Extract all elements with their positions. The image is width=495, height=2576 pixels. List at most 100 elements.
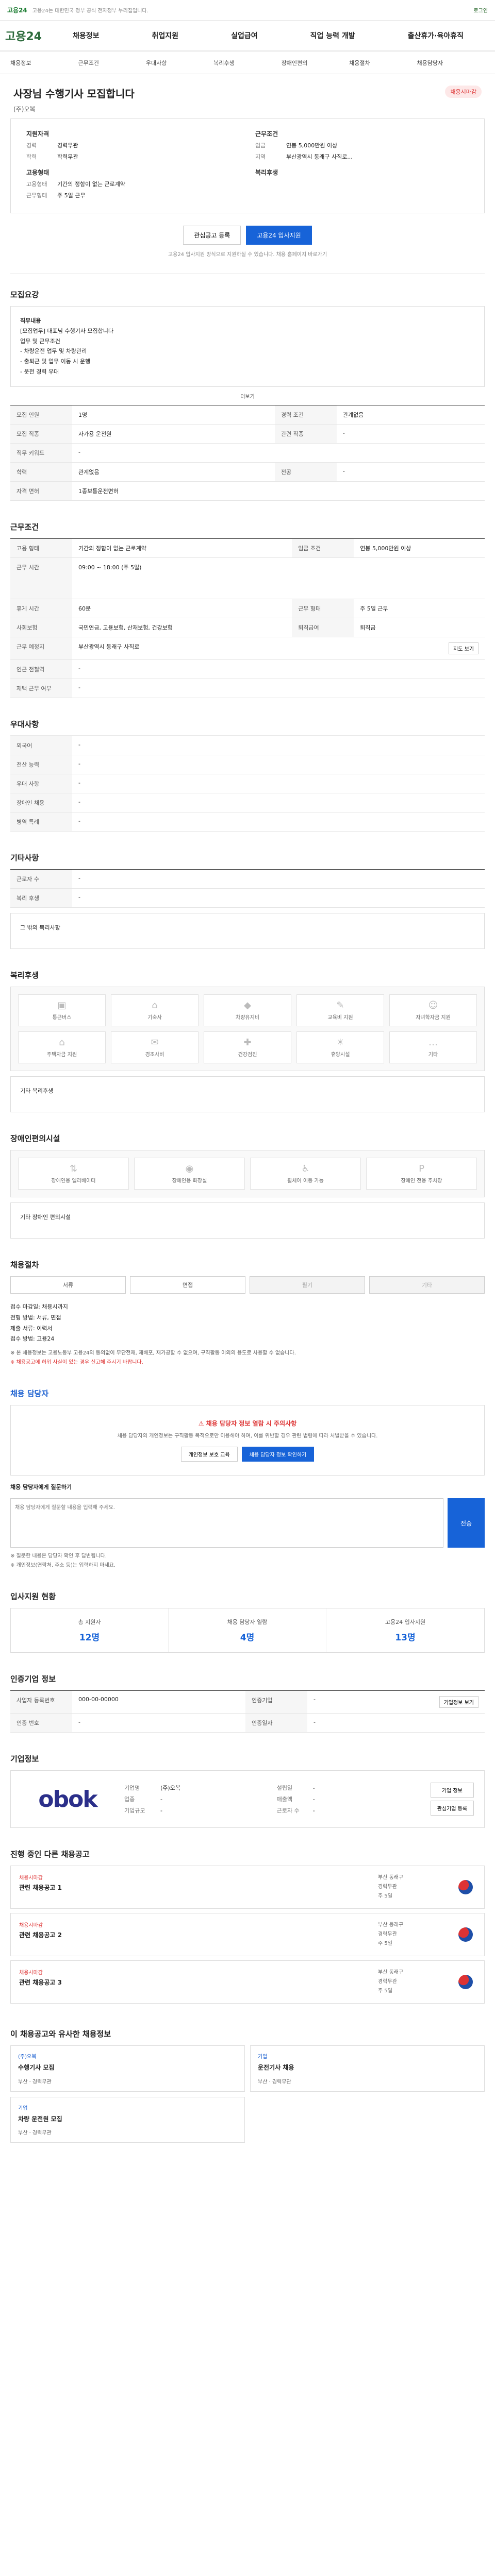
tab-recruit[interactable]: 채용정보: [10, 59, 78, 67]
welfare-label: 통근버스: [52, 1014, 72, 1021]
apply-note: 고용24 입사지원 방식으로 지원하실 수 있습니다. 채용 홈페이지 바로가기: [10, 250, 485, 274]
label: 자격 면허: [10, 481, 72, 501]
related-company: (주)오복: [18, 2054, 37, 2060]
welfare-label: 교육비 지원: [327, 1014, 353, 1021]
company-detail-button[interactable]: 기업 정보: [430, 1783, 474, 1798]
value: 부산광역시 동래구 사직로...: [286, 154, 353, 160]
elevator-icon: ⇅: [69, 1163, 78, 1174]
inquiry-input[interactable]: [10, 1498, 443, 1548]
facility-label: 장애인 전용 주차장: [401, 1178, 442, 1184]
job-title[interactable]: 관련 채용공고 1: [19, 1883, 378, 1893]
job-tag: 채용시마감: [19, 1875, 43, 1882]
work-table: 고용 형태 기간의 정함이 없는 근로계약 임금 조건 연봉 5,000만원 이상 근…: [10, 538, 485, 698]
tab-pref[interactable]: 우대사항: [146, 59, 213, 67]
value: -: [72, 812, 485, 832]
nav-item[interactable]: 채용정보: [73, 30, 100, 41]
label: 우대 사항: [10, 774, 72, 793]
label: 모집 인원: [10, 405, 72, 425]
company-name[interactable]: (주)오복: [10, 105, 485, 118]
process-info: 접수 마감일: 채용시까지 전형 방법: 서류, 면접 제출 서류: 이력서 접…: [10, 1302, 485, 1345]
value: 000-00-00000: [72, 1690, 245, 1714]
related-card[interactable]: 기업 운전기사 채용 부산 · 경력무관: [250, 2045, 485, 2092]
other-jobs-section: 진행 중인 다른 채용공고 채용시마감 관련 채용공고 1 부산 동래구 경력무관 주…: [10, 1833, 485, 2013]
value: 자가용 운전원: [72, 424, 275, 444]
view-contact-button[interactable]: 채용 담당자 정보 확인하기: [241, 1447, 315, 1462]
work-section: 근무조건 고용 형태 기간의 정함이 없는 근로계약 임금 조건 연봉 5,000만원…: [10, 506, 485, 703]
welfare-item: ✉ 경조사비: [111, 1031, 199, 1063]
label: 설립일: [276, 1785, 293, 1792]
label: 임금: [255, 142, 266, 149]
contact-alert: ⚠ 채용 담당자 정보 열람 시 주의사항: [24, 1419, 471, 1428]
tab-welfare[interactable]: 복리후생: [213, 59, 281, 67]
job-main: 채용시마감 관련 채용공고 1: [19, 1873, 378, 1901]
tab-disabled[interactable]: 장애인편의: [282, 59, 349, 67]
nav-item[interactable]: 출산휴가·육아휴직: [408, 30, 464, 41]
meta-line: 경력무관: [378, 1931, 397, 1938]
stat-label: 총 지원자: [78, 1619, 101, 1626]
inquiry-label: 채용 담당자에게 질문하기: [10, 1484, 72, 1491]
scrap-button[interactable]: 관심공고 등록: [183, 226, 241, 245]
related-card[interactable]: (주)오복 수행기사 모집 부산 · 경력무관: [10, 2045, 245, 2092]
nav-item[interactable]: 실업급여: [231, 30, 258, 41]
label: 휴게 시간: [10, 599, 72, 618]
more-button[interactable]: 더보기: [10, 387, 485, 405]
company-info-button[interactable]: 기업정보 보기: [439, 1696, 478, 1708]
value: -: [312, 1785, 315, 1792]
toilet-icon: ◉: [185, 1163, 194, 1174]
nav-item[interactable]: 취업지원: [152, 30, 179, 41]
stats-section: 입사지원 현황 총 지원자 12명 채용 담당자 열람 4명 고용24 입사지원 13…: [10, 1575, 485, 1658]
login-link[interactable]: 로그인: [473, 6, 488, 14]
company-section: 기업정보 obok 기업명 (주)오복 설립일 - 업종 - 매출액 - 기업규모 - 근…: [10, 1738, 485, 1833]
top-bar: 고용24 고용24는 대한민국 정부 공식 전자정부 누리집입니다. 로그인: [0, 0, 495, 21]
label: 재택 근무 여부: [10, 679, 72, 698]
job-title[interactable]: 관련 채용공고 2: [19, 1930, 378, 1940]
value: -: [312, 1796, 315, 1803]
section-title: 채용 담당자: [10, 1389, 49, 1399]
nav-item[interactable]: 직업 능력 개발: [310, 30, 355, 41]
value: -: [72, 443, 485, 463]
gov-emblem-icon: [458, 1927, 473, 1942]
stat-item: 총 지원자 12명: [11, 1608, 169, 1653]
list-item[interactable]: 채용시마감 관련 채용공고 3 부산 동래구 경력무관 주 5일: [10, 1960, 485, 2004]
list-item[interactable]: 채용시마감 관련 채용공고 2 부산 동래구 경력무관 주 5일: [10, 1913, 485, 1957]
brand-logo[interactable]: 고용24: [5, 27, 46, 44]
bus-icon: ▣: [57, 999, 67, 1011]
label: 근무 형태: [292, 599, 354, 618]
welfare-item: ⌂ 기숙사: [111, 994, 199, 1026]
tab-work[interactable]: 근무조건: [78, 59, 145, 67]
label: 근무형태: [26, 192, 47, 199]
company-row: 기업규모 -: [124, 1806, 268, 1815]
process-section: 채용절차 서류 면접 필기 기타 접수 마감일: 채용시까지 전형 방법: 서류…: [10, 1244, 485, 1373]
label: 학력: [10, 462, 72, 482]
related-title[interactable]: 수행기사 모집: [18, 2063, 237, 2073]
tab-process[interactable]: 채용절차: [349, 59, 417, 67]
favorite-company-button[interactable]: 관심기업 등록: [430, 1801, 474, 1816]
stat-value: 13명: [395, 1633, 416, 1643]
job-description-box: 직무내용 [모집업무] 대표님 수행기사 모집합니다 업무 및 근무조건 - 차…: [10, 306, 485, 387]
related-grid: (주)오복 수행기사 모집 부산 · 경력무관 기업 운전기사 채용 부산 · 경력무관…: [10, 2045, 485, 2143]
list-item[interactable]: 채용시마감 관련 채용공고 1 부산 동래구 경력무관 주 5일: [10, 1866, 485, 1909]
job-tag: 채용시마감: [19, 1970, 43, 1976]
welfare-item: ✎ 교육비 지원: [296, 994, 384, 1026]
apply-button[interactable]: 고용24 입사지원: [246, 226, 312, 245]
disabled-box: 기타 장애인 편의시설: [10, 1202, 485, 1239]
alert-text: 채용 담당자 정보 열람 시 주의사항: [206, 1420, 297, 1428]
related-section: 이 채용공고와 유사한 채용정보 (주)오복 수행기사 모집 부산 · 경력무관 기…: [10, 2013, 485, 2147]
related-card[interactable]: 기업 차량 운전원 모집 부산 · 경력무관: [10, 2096, 245, 2143]
related-title[interactable]: 운전기사 채용: [258, 2063, 477, 2073]
privacy-edu-button[interactable]: 개인정보 보호 교육: [180, 1447, 238, 1462]
gov-info-section: 인증기업 정보 사업자 등록번호 000-00-00000 인증기업 - 기업정보 보…: [10, 1658, 485, 1738]
label: 사업자 등록번호: [10, 1690, 72, 1714]
summary-left-head2: 고용형태: [26, 169, 50, 176]
inquiry-form: 전송: [10, 1498, 485, 1548]
label: 인증 번호: [10, 1713, 72, 1733]
stats-panel: 총 지원자 12명 채용 담당자 열람 4명 고용24 입사지원 13명: [10, 1608, 485, 1653]
job-title[interactable]: 관련 채용공고 3: [19, 1978, 378, 1988]
map-button[interactable]: 지도 보기: [449, 642, 478, 654]
send-button[interactable]: 전송: [448, 1498, 485, 1548]
tab-contact[interactable]: 채용담당자: [417, 59, 485, 67]
top-logo[interactable]: 고용24: [7, 6, 27, 14]
value: -: [336, 462, 485, 482]
related-title[interactable]: 차량 운전원 모집: [18, 2114, 237, 2124]
value: -: [72, 659, 485, 679]
